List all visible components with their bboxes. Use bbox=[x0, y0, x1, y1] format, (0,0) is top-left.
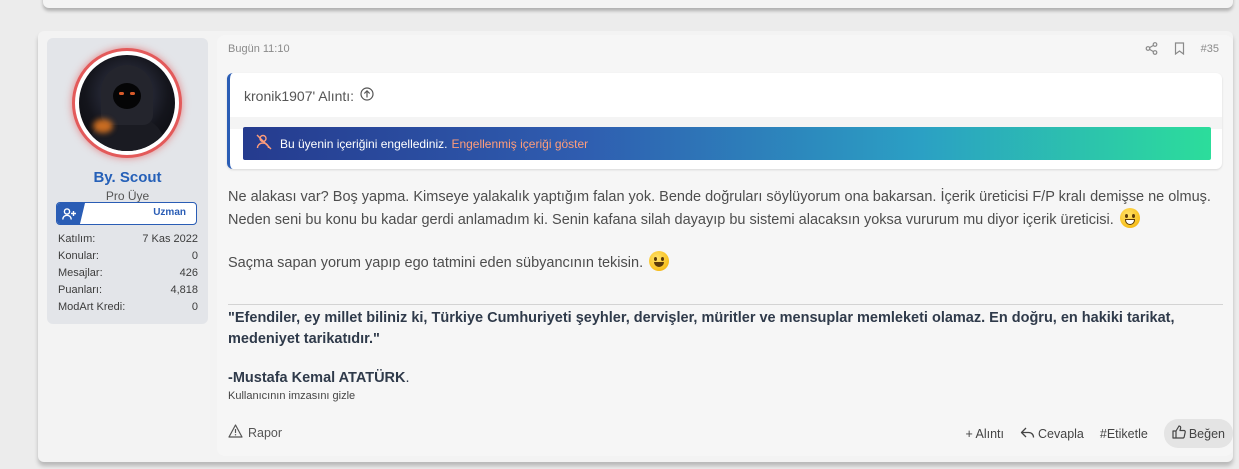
quote-author[interactable]: kronik1907' Alıntı: bbox=[244, 87, 374, 104]
warning-icon bbox=[228, 424, 243, 441]
hide-signature-link[interactable]: Kullanıcının imzasını gizle bbox=[228, 390, 355, 402]
blocked-content-notice: Bu üyenin içeriğini engellediniz. Engell… bbox=[243, 127, 1211, 160]
bookmark-icon[interactable] bbox=[1174, 42, 1185, 55]
stat-row-messages: Mesajlar: 426 bbox=[58, 267, 198, 279]
avatar[interactable] bbox=[72, 48, 182, 158]
message-content: Bugün 11:10 #35 kronik1907' Alıntı: Bu ü… bbox=[217, 35, 1233, 456]
arrow-up-circle-icon[interactable] bbox=[360, 87, 374, 104]
quote-block: kronik1907' Alıntı: Bu üyenin içeriğini … bbox=[227, 73, 1222, 169]
post-timestamp[interactable]: Bugün 11:10 bbox=[228, 43, 290, 55]
tag-button[interactable]: #Etiketle bbox=[1100, 427, 1148, 441]
signature-quote: "Efendiler, ey millet biliniz ki, Türkiy… bbox=[228, 310, 1175, 347]
rank-badge: Uzman bbox=[56, 202, 197, 225]
thumbs-up-icon bbox=[1172, 425, 1186, 442]
stat-row-credit: ModArt Kredi: 0 bbox=[58, 301, 198, 313]
stat-row-joined: Katılım: 7 Kas 2022 bbox=[58, 233, 198, 245]
user-title: Pro Üye bbox=[105, 189, 150, 203]
post-header-actions: #35 bbox=[1145, 42, 1219, 55]
stat-row-points: Puanları: 4,818 bbox=[58, 284, 198, 296]
forum-post: By. Scout Pro Üye Uzman Katılım: 7 Kas 20… bbox=[38, 31, 1233, 462]
share-icon[interactable] bbox=[1145, 42, 1158, 55]
signature-author: -Mustafa Kemal ATATÜRK. bbox=[228, 370, 410, 386]
user-stats: Katılım: 7 Kas 2022 Konular: 0 Mesajlar: 42… bbox=[58, 231, 198, 316]
reply-icon bbox=[1020, 426, 1035, 442]
post-actions: + Alıntı Cevapla #Etiketle Beğen bbox=[949, 419, 1233, 448]
rank-label: Uzman bbox=[153, 207, 186, 218]
body-paragraph: Ne alakası var? Boş yapma. Kimseye yalak… bbox=[228, 189, 1211, 228]
previous-post-edge bbox=[43, 0, 1233, 8]
body-paragraph: Saçma sapan yorum yapıp ego tatmini eden… bbox=[228, 251, 1223, 274]
grinning-emoji bbox=[1119, 208, 1140, 228]
user-plus-icon bbox=[57, 203, 85, 224]
show-blocked-content-link[interactable]: Engellenmiş içeriği göster bbox=[451, 137, 588, 151]
post-number[interactable]: #35 bbox=[1201, 43, 1219, 55]
post-body: Ne alakası var? Boş yapma. Kimseye yalak… bbox=[228, 186, 1223, 294]
smile-emoji bbox=[649, 251, 670, 271]
username[interactable]: By. Scout bbox=[47, 169, 208, 186]
user-panel: By. Scout Pro Üye Uzman Katılım: 7 Kas 20… bbox=[47, 38, 208, 324]
muted-user-icon bbox=[255, 134, 280, 153]
avatar-image bbox=[79, 55, 175, 151]
quote-button[interactable]: + Alıntı bbox=[965, 427, 1004, 441]
stat-row-topics: Konular: 0 bbox=[58, 250, 198, 262]
report-button[interactable]: Rapor bbox=[228, 424, 282, 441]
reply-button[interactable]: Cevapla bbox=[1020, 426, 1084, 442]
like-button[interactable]: Beğen bbox=[1163, 419, 1233, 448]
signature-divider bbox=[228, 304, 1223, 305]
